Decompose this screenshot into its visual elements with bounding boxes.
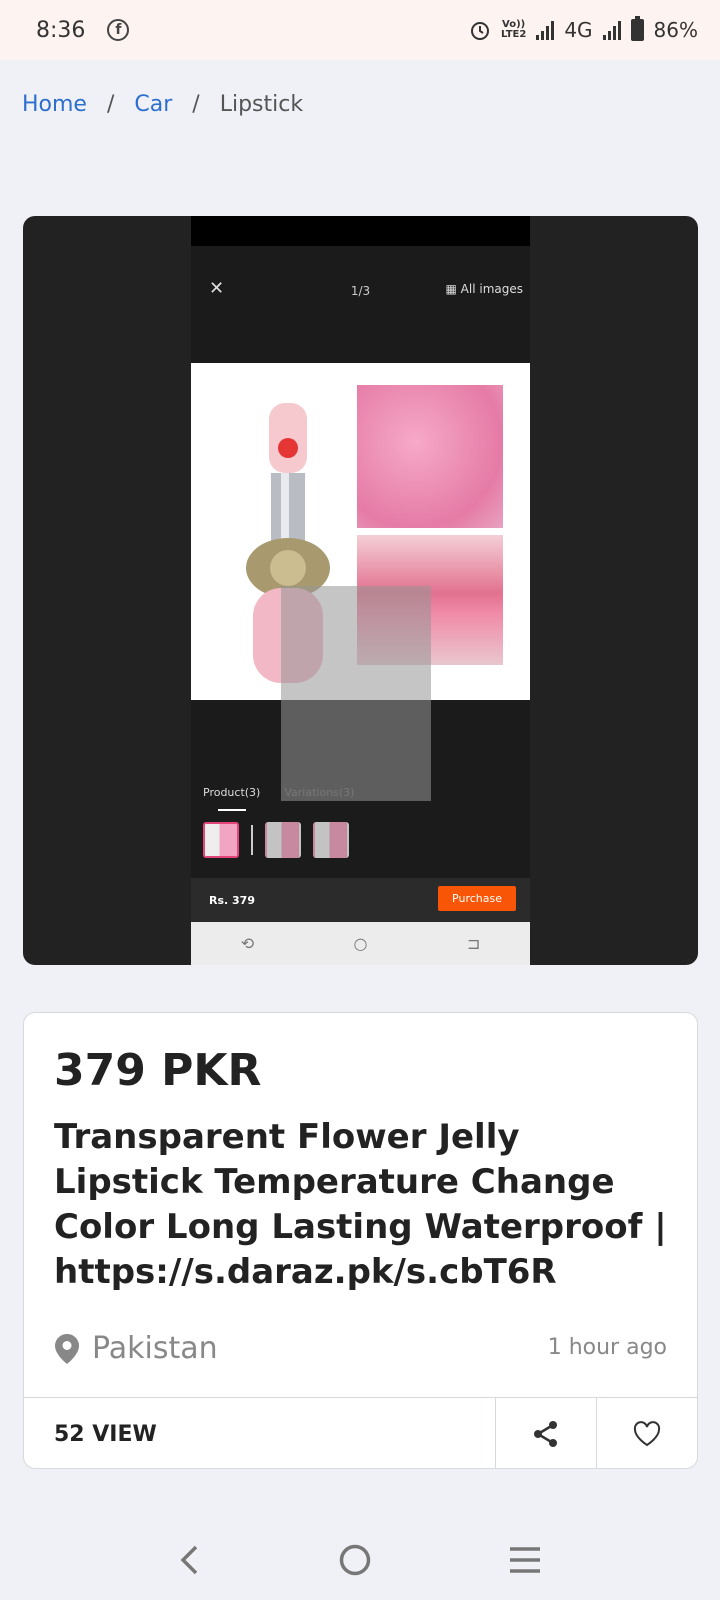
back-icon[interactable]: [178, 1544, 202, 1576]
volte-indicator: Vo)) LTE2: [501, 20, 526, 40]
color-swatch: [357, 385, 503, 528]
image-top-bar: [191, 216, 530, 246]
map-pin-icon: [55, 1333, 79, 1364]
system-nav-bar: [0, 1520, 720, 1600]
facebook-icon: f: [107, 19, 130, 41]
view-count: 52 VIEW: [54, 1421, 157, 1447]
listing-price: 379 PKR: [54, 1045, 262, 1096]
heart-icon: [633, 1421, 661, 1447]
tab-variations: Variations(3): [284, 786, 355, 799]
thumbnail: [265, 822, 301, 858]
battery-icon: [630, 16, 644, 41]
all-images-link: ▦ All images: [445, 282, 523, 296]
home-icon[interactable]: [338, 1543, 372, 1577]
share-button[interactable]: [495, 1398, 596, 1468]
breadcrumb-separator: /: [192, 92, 200, 117]
image-tabs: Product(3) Variations(3): [203, 786, 354, 799]
breadcrumb: Home / Car / Lipstick: [22, 92, 303, 117]
battery-level: 86%: [653, 18, 698, 42]
menu-icon[interactable]: [508, 1546, 542, 1574]
signal-icon-2: [602, 20, 621, 40]
location-text: Pakistan: [92, 1331, 218, 1366]
all-images-label: All images: [460, 282, 523, 296]
listing-location: Pakistan: [54, 1331, 218, 1366]
purchase-button: Purchase: [438, 886, 516, 911]
listing-image: ✕ 1/3 ▦ All images Product(3) Variations…: [191, 216, 530, 965]
breadcrumb-separator: /: [106, 92, 115, 117]
breadcrumb-home[interactable]: Home: [22, 92, 87, 117]
thumbnail-strip: [203, 822, 349, 858]
thumbnail: [203, 822, 239, 858]
network-type: 4G: [564, 18, 593, 42]
tab-product: Product(3): [203, 786, 261, 799]
posted-time: 1 hour ago: [547, 1335, 667, 1360]
alarm-icon: [470, 22, 489, 40]
breadcrumb-current: Lipstick: [219, 92, 304, 117]
favorite-button[interactable]: [596, 1398, 697, 1468]
screenshot-nav-bar: ⟲ ○ ⊐: [191, 922, 530, 965]
listing-card: 379 PKR Transparent Flower Jelly Lipstic…: [23, 1012, 698, 1469]
home-circle-icon: ○: [353, 934, 368, 953]
status-bar: 8:36 f Vo)) LTE2 4G 86%: [0, 0, 720, 60]
tab-underline: [218, 809, 246, 811]
image-overlay: [281, 586, 431, 801]
status-icons: Vo)) LTE2 4G 86%: [469, 16, 698, 42]
thumbnail-divider: [251, 825, 253, 855]
breadcrumb-category[interactable]: Car: [134, 92, 172, 117]
back-arrow-icon: ⊐: [466, 934, 481, 953]
listing-image-viewer[interactable]: ✕ 1/3 ▦ All images Product(3) Variations…: [23, 216, 698, 965]
lte-label: LTE2: [500, 29, 527, 40]
signal-icon: [536, 20, 555, 40]
purchase-bar: Rs. 379 Purchase: [191, 878, 530, 922]
listing-title: Transparent Flower Jelly Lipstick Temper…: [54, 1117, 667, 1292]
status-time: 8:36: [36, 17, 86, 43]
recent-apps-icon: ⟲: [240, 934, 255, 953]
screenshot-price: Rs. 379: [209, 894, 255, 907]
share-icon: [534, 1421, 557, 1447]
thumbnail: [313, 822, 349, 858]
card-footer: 52 VIEW: [24, 1397, 697, 1468]
